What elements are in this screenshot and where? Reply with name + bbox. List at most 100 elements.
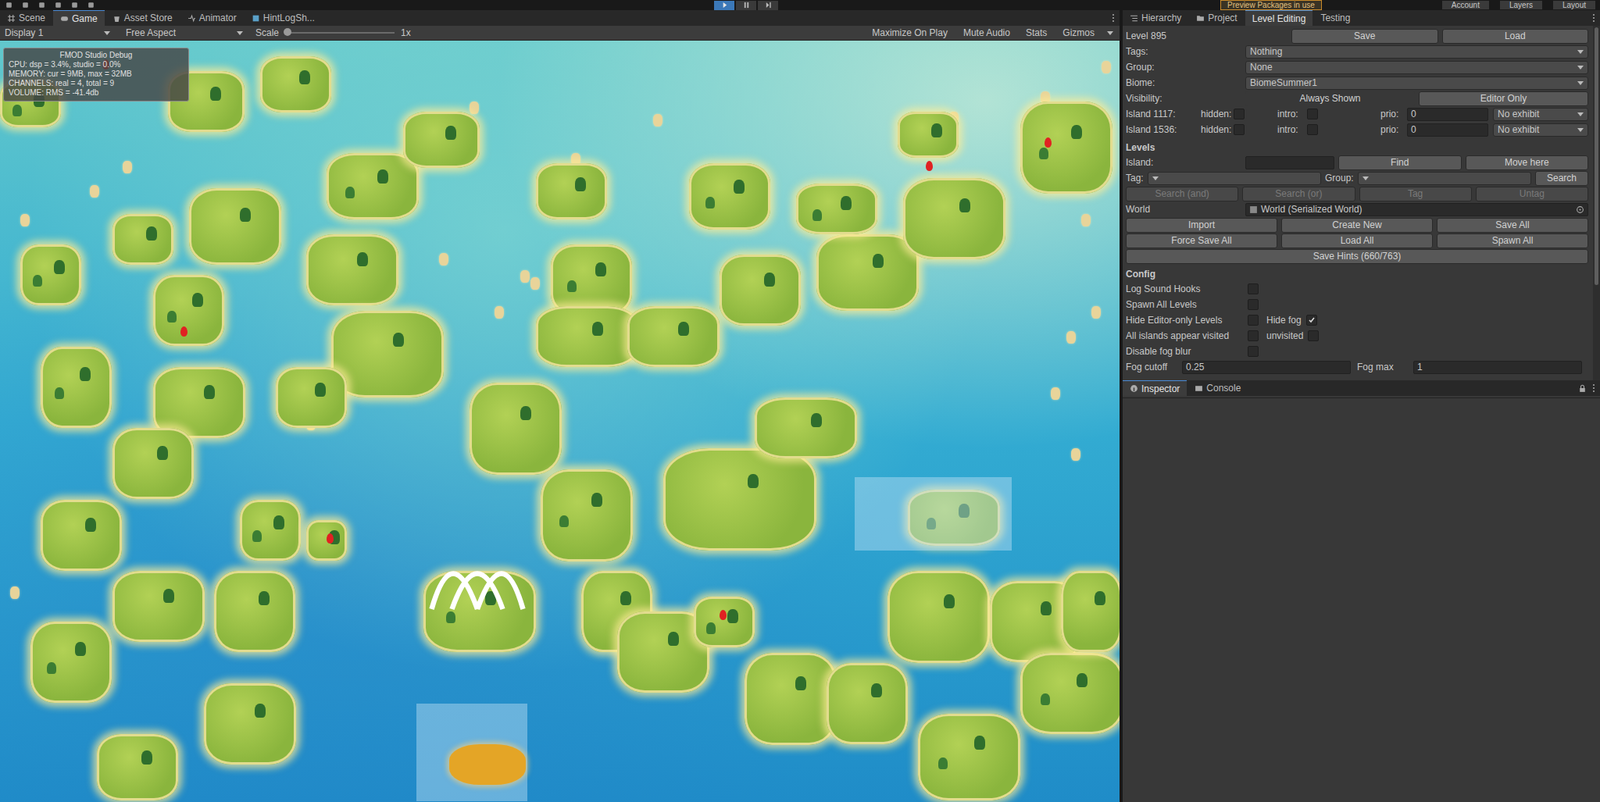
map-pin[interactable] [719, 610, 727, 621]
scale-thumb[interactable] [283, 28, 292, 36]
intro-checkbox[interactable] [1307, 124, 1318, 136]
tool-icon[interactable] [86, 0, 96, 10]
island[interactable] [1060, 571, 1120, 653]
editor-tab[interactable]: Hierarchy [1122, 10, 1189, 26]
toggle-checkbox[interactable] [1247, 330, 1259, 342]
account-button[interactable]: Account [1442, 0, 1490, 10]
island[interactable] [112, 214, 174, 265]
world-field[interactable]: World (Serialized World) [1245, 203, 1589, 217]
play-button[interactable] [714, 0, 735, 11]
toggle-checkbox[interactable] [1247, 299, 1259, 311]
island[interactable] [816, 234, 919, 311]
search-mode-button[interactable]: Search (and) [1125, 186, 1239, 202]
editor-tab[interactable]: HintLogSh... [244, 10, 322, 26]
map-pin[interactable] [326, 533, 334, 544]
island[interactable] [693, 596, 755, 648]
visibility-option[interactable]: Always Shown [1245, 91, 1415, 107]
layout-button[interactable]: Layout [1553, 0, 1596, 10]
island[interactable] [20, 244, 82, 306]
toggle-checkbox[interactable] [1247, 314, 1259, 326]
island-field[interactable] [1245, 156, 1335, 170]
action-button[interactable]: Import [1125, 217, 1278, 233]
island[interactable] [887, 571, 990, 664]
island[interactable] [112, 428, 194, 500]
island[interactable] [214, 571, 296, 653]
island[interactable] [917, 714, 1021, 801]
number-field[interactable]: 1 [1413, 360, 1583, 375]
island[interactable] [826, 663, 908, 745]
field-dropdown[interactable]: Nothing [1245, 45, 1589, 59]
island[interactable] [897, 111, 959, 158]
save-button[interactable]: Save [1291, 28, 1439, 44]
island[interactable] [112, 571, 205, 643]
island[interactable] [550, 244, 633, 316]
prio-field[interactable]: 0 [1407, 107, 1489, 122]
editor-tab[interactable]: Project [1189, 10, 1244, 26]
action-button[interactable]: Load All [1281, 233, 1433, 249]
search-mode-button[interactable]: Search (or) [1242, 186, 1355, 202]
find-button[interactable]: Find [1338, 155, 1462, 171]
hidden-checkbox[interactable] [1233, 124, 1245, 136]
island[interactable] [689, 163, 771, 230]
tool-icon[interactable] [70, 0, 79, 10]
game-view[interactable]: FMOD Studio Debug CPU: dsp = 3.4%, studi… [0, 40, 1120, 802]
island[interactable] [540, 469, 633, 562]
search-mode-button[interactable]: Untag [1475, 186, 1589, 202]
island[interactable] [535, 306, 639, 368]
island[interactable] [40, 346, 112, 429]
visibility-option[interactable]: Editor Only [1418, 91, 1589, 107]
aspect-dropdown[interactable]: Free Aspect [122, 27, 247, 39]
tool-icon[interactable] [37, 0, 47, 10]
tool-icon[interactable] [4, 0, 14, 10]
island[interactable] [754, 397, 858, 459]
scrollbar[interactable] [1592, 25, 1600, 381]
tag-dropdown[interactable] [1147, 171, 1322, 186]
editor-tab[interactable]: Scene [0, 10, 53, 26]
number-field[interactable]: 0.25 [1182, 360, 1351, 375]
object-picker-icon[interactable] [1575, 205, 1585, 215]
island[interactable] [331, 310, 444, 398]
search-button[interactable]: Search [1535, 171, 1589, 186]
search-mode-button[interactable]: Tag [1359, 186, 1472, 202]
editor-tab[interactable]: Asset Store [105, 10, 180, 26]
exhibit-dropdown[interactable]: No exhibit [1492, 123, 1589, 137]
load-button[interactable]: Load [1442, 28, 1590, 44]
island[interactable] [326, 153, 419, 220]
editor-tab[interactable]: Game [53, 10, 105, 26]
editor-tab[interactable]: Level Editing [1245, 10, 1314, 26]
toggle-checkbox[interactable] [1307, 330, 1319, 342]
action-button[interactable]: Save Hints (660/763) [1125, 249, 1589, 265]
editor-tab[interactable]: Testing [1313, 10, 1358, 26]
map-pin[interactable] [180, 326, 188, 337]
island[interactable] [1020, 101, 1113, 194]
island[interactable] [663, 448, 817, 551]
panel-menu-icon[interactable] [1592, 383, 1596, 393]
move-here-button[interactable]: Move here [1465, 155, 1590, 171]
island[interactable] [469, 382, 562, 475]
display-dropdown[interactable]: Display 1 [1, 27, 114, 39]
editor-tab[interactable]: Animator [180, 10, 244, 26]
island[interactable] [239, 500, 301, 561]
game-toolbar-button[interactable]: Maximize On Play [868, 27, 951, 39]
island[interactable] [403, 111, 480, 168]
action-button[interactable]: Create New [1281, 217, 1433, 233]
scroll-thumb[interactable] [1594, 27, 1599, 286]
island[interactable] [535, 163, 608, 220]
lock-icon[interactable] [1578, 384, 1587, 393]
group-dropdown[interactable] [1357, 171, 1532, 186]
sand-island[interactable] [449, 744, 526, 786]
island[interactable] [796, 183, 878, 235]
island[interactable] [153, 275, 225, 347]
exhibit-dropdown[interactable]: No exhibit [1492, 107, 1589, 122]
toggle-checkbox[interactable] [1306, 314, 1318, 326]
map-pin[interactable] [925, 160, 933, 172]
pause-button[interactable] [735, 0, 757, 11]
island[interactable] [306, 234, 399, 306]
step-button[interactable] [757, 0, 779, 11]
island[interactable] [260, 56, 332, 113]
tool-icon[interactable] [53, 0, 63, 10]
action-button[interactable]: Save All [1436, 217, 1589, 233]
field-dropdown[interactable]: BiomeSummer1 [1245, 76, 1589, 90]
field-dropdown[interactable]: None [1245, 60, 1589, 75]
editor-tab[interactable]: Console [1187, 380, 1248, 397]
